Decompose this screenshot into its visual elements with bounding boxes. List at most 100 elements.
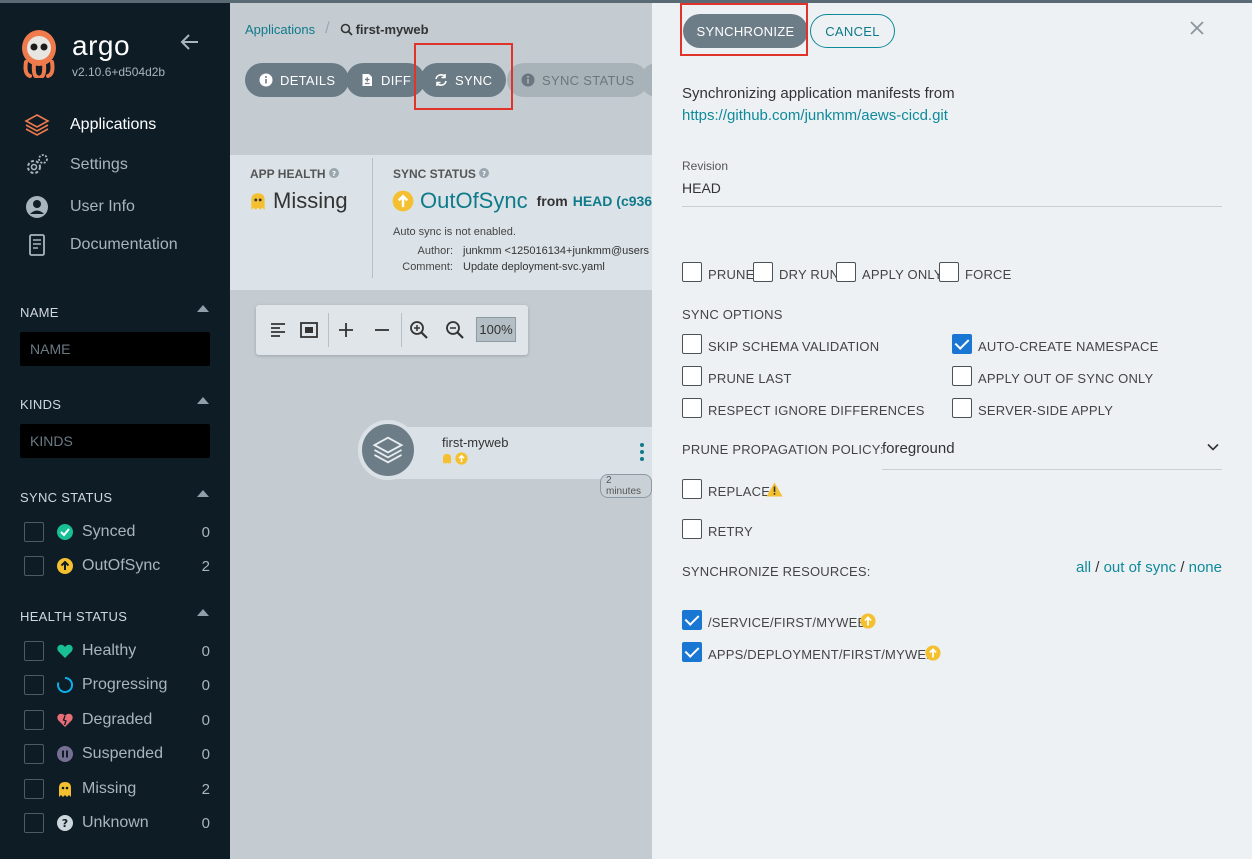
nav-label: Applications <box>70 116 157 133</box>
server-side-apply-checkbox[interactable] <box>952 398 972 418</box>
zoom-in-icon[interactable] <box>409 320 429 340</box>
svg-text:?: ? <box>332 170 336 178</box>
filter-checkbox[interactable] <box>24 641 44 661</box>
name-filter-input[interactable] <box>20 332 210 366</box>
zoom-out-icon[interactable] <box>445 320 465 340</box>
apply-out-of-sync-only-label: APPLY OUT OF SYNC ONLY <box>978 371 1154 386</box>
filter-checkbox[interactable] <box>24 710 44 730</box>
filter-checkbox[interactable] <box>24 675 44 695</box>
sync-status-text: OutOfSync <box>420 188 528 213</box>
filter-progressing[interactable]: Progressing 0 <box>24 673 210 697</box>
svg-text:?: ? <box>482 170 486 178</box>
check-circle-icon <box>56 523 74 541</box>
search-icon <box>340 23 353 36</box>
close-icon[interactable] <box>1188 19 1206 37</box>
filter-degraded[interactable]: Degraded 0 <box>24 708 210 732</box>
filter-checkbox[interactable] <box>24 779 44 799</box>
help-icon[interactable]: ? <box>328 168 339 178</box>
details-label: DETAILS <box>280 72 336 88</box>
resource-service-checkbox[interactable] <box>682 610 702 630</box>
nav-label: Documentation <box>70 236 178 253</box>
nav-user-info[interactable]: User Info <box>24 193 135 221</box>
filter-label: Progressing <box>82 676 168 693</box>
filter-checkbox[interactable] <box>24 813 44 833</box>
skip-schema-validation-checkbox[interactable] <box>682 334 702 354</box>
ghost-icon <box>56 780 74 798</box>
filter-outofsync[interactable]: OutOfSync 2 <box>24 554 210 578</box>
kebab-menu-icon[interactable] <box>640 443 644 461</box>
collapse-caret-icon[interactable] <box>197 305 209 312</box>
cancel-button[interactable]: CANCEL <box>810 14 895 48</box>
book-icon <box>24 232 50 258</box>
revision-link[interactable]: HEAD (c936f <box>573 193 652 209</box>
argo-logo-icon[interactable] <box>18 28 60 79</box>
filter-unknown[interactable]: ? Unknown 0 <box>24 811 210 835</box>
filter-healthy[interactable]: Healthy 0 <box>24 639 210 663</box>
collapse-caret-icon[interactable] <box>197 490 209 497</box>
plus-icon[interactable] <box>336 320 356 340</box>
collapse-caret-icon[interactable] <box>197 609 209 616</box>
replace-checkbox[interactable] <box>682 479 702 499</box>
app-node-card[interactable] <box>380 427 652 479</box>
filter-checkbox[interactable] <box>24 556 44 576</box>
dry-run-checkbox[interactable] <box>753 262 773 282</box>
sync-status-label: SYNC STATUS <box>542 72 635 88</box>
auto-create-namespace-checkbox[interactable] <box>952 334 972 354</box>
breadcrumb: Applications / first-myweb <box>245 20 429 38</box>
question-circle-icon: ? <box>56 814 74 832</box>
graph-toolbar: 100% <box>256 305 528 355</box>
sync-options-title: SYNC OPTIONS <box>682 307 783 322</box>
prune-label: PRUNE <box>708 267 755 282</box>
details-button[interactable]: DETAILS <box>245 63 350 97</box>
prune-policy-select[interactable]: foreground <box>882 436 1222 470</box>
nav-label: Settings <box>70 156 128 173</box>
zoom-level[interactable]: 100% <box>476 317 516 342</box>
app-node-icon[interactable] <box>358 420 418 480</box>
app-health-title: APP HEALTH ? <box>250 167 339 181</box>
select-out-of-sync-link[interactable]: out of sync <box>1104 559 1177 576</box>
resource-deployment-checkbox[interactable] <box>682 642 702 662</box>
kinds-filter-input[interactable] <box>20 424 210 458</box>
select-all-link[interactable]: all <box>1076 559 1091 576</box>
sync-status-filter-title: SYNC STATUS <box>20 490 113 505</box>
nav-applications[interactable]: Applications <box>24 111 156 139</box>
prune-last-checkbox[interactable] <box>682 366 702 386</box>
collapse-caret-icon[interactable] <box>197 397 209 404</box>
filter-checkbox[interactable] <box>24 744 44 764</box>
retry-checkbox[interactable] <box>682 519 702 539</box>
minus-icon[interactable] <box>372 320 392 340</box>
filter-missing[interactable]: Missing 2 <box>24 777 210 801</box>
select-none-link[interactable]: none <box>1189 559 1222 576</box>
layers-icon <box>24 112 50 138</box>
nav-label: User Info <box>70 198 135 215</box>
apply-only-checkbox[interactable] <box>836 262 856 282</box>
fit-screen-icon[interactable] <box>299 320 319 340</box>
top-bar <box>0 0 230 3</box>
filter-label: Healthy <box>82 642 137 659</box>
force-checkbox[interactable] <box>939 262 959 282</box>
revision-input[interactable]: HEAD <box>682 180 721 196</box>
nav-documentation[interactable]: Documentation <box>24 231 178 259</box>
align-left-icon[interactable] <box>268 320 288 340</box>
info-icon <box>259 73 273 87</box>
filter-synced[interactable]: Synced 0 <box>24 520 210 544</box>
repo-url-link[interactable]: https://github.com/junkmm/aews-cicd.git <box>682 107 948 124</box>
filter-checkbox[interactable] <box>24 522 44 542</box>
respect-ignore-differences-checkbox[interactable] <box>682 398 702 418</box>
from-text: from <box>536 193 568 209</box>
nav-settings[interactable]: Settings <box>24 151 128 179</box>
resource-select-links: all / out of sync / none <box>1032 559 1222 576</box>
name-filter-title: NAME <box>20 305 59 320</box>
divider <box>372 158 373 278</box>
breadcrumb-applications-link[interactable]: Applications <box>245 22 315 37</box>
apply-out-of-sync-only-checkbox[interactable] <box>952 366 972 386</box>
filter-label: Degraded <box>82 711 153 728</box>
filter-count: 0 <box>201 642 210 660</box>
sync-status-button[interactable]: SYNC STATUS <box>507 63 649 97</box>
prune-checkbox[interactable] <box>682 262 702 282</box>
filter-count: 0 <box>201 523 210 541</box>
filter-suspended[interactable]: Suspended 0 <box>24 742 210 766</box>
user-icon <box>24 194 50 220</box>
help-icon[interactable]: ? <box>479 168 490 178</box>
collapse-arrow-icon[interactable] <box>178 30 202 54</box>
